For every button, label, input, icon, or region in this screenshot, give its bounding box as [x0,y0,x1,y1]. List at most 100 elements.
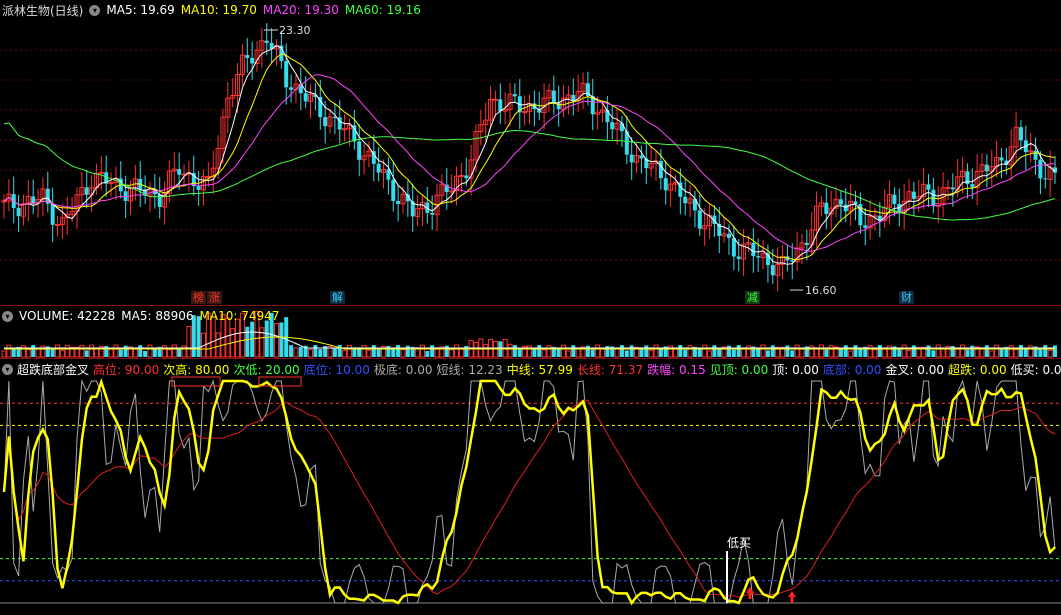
volume-bar [89,344,95,358]
volume-bar [55,344,61,358]
candle-body [697,210,702,229]
volume-bar [683,349,688,357]
volume-bar [177,349,182,357]
ma-line [3,45,1056,265]
candlestick-chart[interactable] [0,0,1061,305]
volume-bar [877,345,882,357]
vol-ma5-label: MA5: 88906 [121,309,194,323]
candle-body [50,203,55,225]
volume-bar [590,349,595,357]
candle-body [84,187,89,195]
ind-item: 次高: 80.00 [163,362,230,377]
volume-bar [215,332,221,358]
volume-bar [483,343,489,358]
indicator-panel[interactable]: ▾ 超跌底部金叉 高位: 90.00 次高: 80.00 次低: 20.00 底… [0,359,1061,615]
volume-bar [400,349,406,358]
volume-bar [113,344,119,358]
volume-bar [672,348,678,358]
candle-body [1018,127,1023,141]
volume-bar [1,350,7,358]
volume-bar [20,345,26,358]
volume-bar [1018,345,1023,357]
candle-body [1038,159,1043,179]
volume-bar [960,344,966,358]
volume-bar [648,349,654,358]
volume-bar [882,348,888,358]
candle-body [250,57,255,64]
ma-line [3,53,1056,261]
event-tag-zhang[interactable]: 涨 [207,291,222,304]
collapse-icon[interactable]: ▾ [2,310,13,322]
volume-panel[interactable]: ▾ VOLUME: 42228 MA5: 88906 MA10: 74947 [0,306,1061,358]
volume-bar [1047,349,1053,358]
mid-line [2,377,1056,606]
volume-bar [955,348,961,358]
volume-bar [264,320,269,357]
ind-item: 短线: 12.23 [436,362,503,377]
volume-bar [273,322,279,358]
volume-bar [585,345,590,357]
ind-item: 高位: 90.00 [93,362,160,377]
indicator-header: ▾ 超跌底部金叉 高位: 90.00 次高: 80.00 次低: 20.00 底… [2,361,1061,377]
candle-body [512,94,517,97]
volume-bar [571,345,576,357]
volume-bar [143,350,148,357]
volume-bar [458,348,464,358]
volume-bar [31,345,36,357]
candle-body [1,200,7,203]
volume-header: ▾ VOLUME: 42228 MA5: 88906 MA10: 74947 [2,308,279,324]
volume-bar [790,350,795,357]
volume-bar [678,345,683,357]
event-tag-cai[interactable]: 财 [899,291,914,304]
price-panel[interactable]: 派林生物(日线) ▾ MA5: 19.69 MA10: 19.70 MA20: … [0,0,1061,305]
volume-bar [770,345,775,357]
event-tag-jian[interactable]: 减 [745,291,760,304]
volume-bar [123,345,128,357]
volume-bar [64,344,70,358]
volume-bar [897,348,902,357]
volume-bar [565,350,571,358]
volume-bar [405,345,410,357]
volume-bar [736,345,741,357]
volume-bar [425,350,430,357]
candle-body [245,55,250,58]
indicator-chart[interactable] [0,359,1061,615]
candle-body [658,160,663,179]
volume-bar [926,345,931,357]
volume-bar [186,326,192,358]
volume-bar [989,350,995,358]
collapse-icon[interactable]: ▾ [2,363,13,375]
candle-body [430,212,435,215]
volume-bar [702,344,708,358]
candle-body [911,191,916,199]
candle-body [551,90,556,104]
volume-bar [138,345,143,357]
candle-body [196,186,201,190]
volume-bar [371,345,376,357]
ind-item: 超跌: 0.00 [948,362,1007,377]
volume-bar [376,348,381,357]
volume-bar [940,348,946,358]
volume-bar [147,344,153,358]
volume-bar [818,344,824,358]
volume-bar [93,347,99,358]
event-tag-jie[interactable]: 解 [330,291,345,304]
volume-bar [419,344,425,358]
candle-body [284,61,289,88]
event-tag-bang[interactable]: 榜 [191,291,206,304]
volume-bar [541,349,547,358]
ind-item: 金叉: 0.00 [885,362,945,377]
volume-bar [828,345,834,358]
volume-bar [84,350,89,357]
candle-body [950,187,955,190]
candle-body [16,207,21,217]
low-price-label: 16.60 [805,284,837,297]
collapse-icon[interactable]: ▾ [89,4,101,16]
volume-bar [298,346,303,357]
volume-bar [532,349,537,357]
volume-bar [970,345,975,357]
volume-bar [629,345,634,357]
volume-bar [118,349,123,357]
candle-body [303,93,308,102]
candle-body [31,196,36,204]
